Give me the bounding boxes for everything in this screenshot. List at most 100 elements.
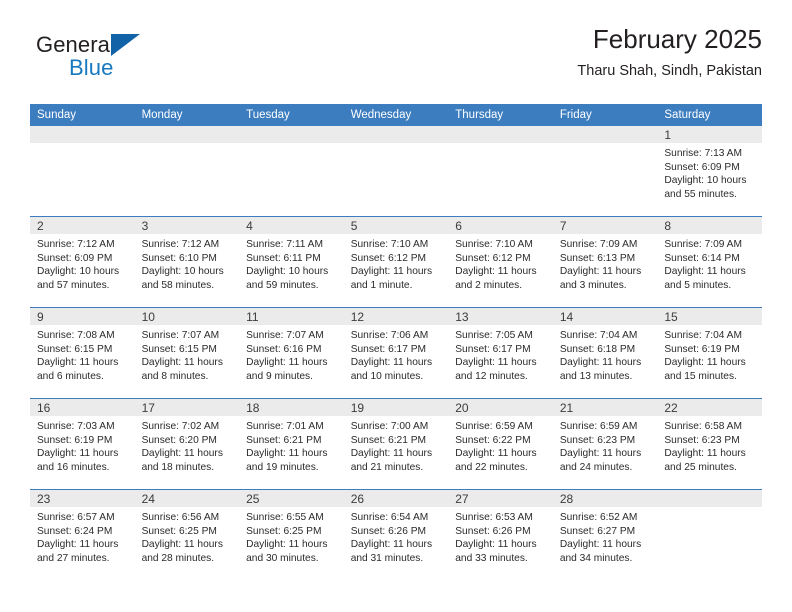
calendar-cell-day-21[interactable]: 21 Sunrise: 6:59 AM Sunset: 6:23 PM Dayligh… <box>552 398 658 490</box>
day-number: 14 <box>559 310 574 324</box>
sunset-text: Sunset: 6:19 PM <box>664 343 740 355</box>
daylight-text-line1: Daylight: 11 hours <box>559 539 642 551</box>
calendar-cell-day-15[interactable]: 15 Sunrise: 7:04 AM Sunset: 6:19 PM Dayligh… <box>657 307 762 399</box>
daylight-text-line1: Daylight: 11 hours <box>455 448 537 460</box>
day-details: Sunrise: 7:04 AM Sunset: 6:18 PM Daylight:… <box>560 329 655 383</box>
calendar-cell-day-13[interactable]: 13 Sunrise: 7:05 AM Sunset: 6:17 PM Dayligh… <box>448 307 553 399</box>
day-cell[interactable]: 3 Sunrise: 7:12 AM Sunset: 6:10 PM Daylight… <box>134 217 240 307</box>
day-details: Sunrise: 6:57 AM Sunset: 6:24 PM Daylight:… <box>37 511 132 565</box>
calendar-cell-day-7[interactable]: 7 Sunrise: 7:09 AM Sunset: 6:13 PM Daylight… <box>552 216 658 308</box>
day-number: 15 <box>664 310 678 324</box>
day-cell[interactable]: 4 Sunrise: 7:11 AM Sunset: 6:11 PM Daylight… <box>239 217 344 307</box>
day-cell[interactable]: 8 Sunrise: 7:09 AM Sunset: 6:14 PM Daylight… <box>657 217 762 307</box>
sunset-text: Sunset: 6:23 PM <box>559 434 636 446</box>
calendar-cell-day-11[interactable]: 11 Sunrise: 7:07 AM Sunset: 6:16 PM Dayligh… <box>239 307 344 399</box>
sunrise-text: Sunrise: 7:05 AM <box>455 330 533 341</box>
calendar-cell-day-5[interactable]: 5 Sunrise: 7:10 AM Sunset: 6:12 PM Daylight… <box>343 216 449 308</box>
day-cell[interactable]: 28 Sunrise: 6:52 AM Sunset: 6:27 PM Dayligh… <box>552 490 658 580</box>
calendar-cell-day-4[interactable]: 4 Sunrise: 7:11 AM Sunset: 6:11 PM Daylight… <box>239 216 344 308</box>
day-details: Sunrise: 6:58 AM Sunset: 6:23 PM Daylight:… <box>664 420 759 474</box>
page-title: February 2025 <box>592 24 762 54</box>
calendar-cell-day-20[interactable]: 20 Sunrise: 6:59 AM Sunset: 6:22 PM Dayligh… <box>448 398 553 490</box>
day-cell[interactable]: 13 Sunrise: 7:05 AM Sunset: 6:17 PM Dayligh… <box>448 308 553 398</box>
daylight-text-line1: Daylight: 11 hours <box>455 357 537 369</box>
sunset-text: Sunset: 6:12 PM <box>455 252 531 264</box>
day-cell[interactable]: 21 Sunrise: 6:59 AM Sunset: 6:23 PM Dayligh… <box>552 399 658 489</box>
calendar-cell-day-17[interactable]: 17 Sunrise: 7:02 AM Sunset: 6:20 PM Dayligh… <box>134 398 240 490</box>
sunset-text: Sunset: 6:14 PM <box>664 252 740 264</box>
calendar-cell-day-16[interactable]: 16 Sunrise: 7:03 AM Sunset: 6:19 PM Dayligh… <box>30 398 135 490</box>
day-cell[interactable]: 7 Sunrise: 7:09 AM Sunset: 6:13 PM Daylight… <box>552 217 658 307</box>
sunrise-text: Sunrise: 7:04 AM <box>664 330 742 341</box>
day-cell[interactable]: 17 Sunrise: 7:02 AM Sunset: 6:20 PM Dayligh… <box>134 399 240 489</box>
calendar-cell-day-14[interactable]: 14 Sunrise: 7:04 AM Sunset: 6:18 PM Dayligh… <box>552 307 658 399</box>
day-band <box>552 126 658 143</box>
day-cell[interactable]: 6 Sunrise: 7:10 AM Sunset: 6:12 PM Daylight… <box>448 217 553 307</box>
calendar-cell-day-9[interactable]: 9 Sunrise: 7:08 AM Sunset: 6:15 PM Daylight… <box>30 307 135 399</box>
calendar-cell-day-25[interactable]: 25 Sunrise: 6:55 AM Sunset: 6:25 PM Dayligh… <box>239 489 344 580</box>
day-cell[interactable]: 2 Sunrise: 7:12 AM Sunset: 6:09 PM Daylight… <box>30 217 135 307</box>
sunset-text: Sunset: 6:09 PM <box>664 161 740 173</box>
calendar-cell-day-24[interactable]: 24 Sunrise: 6:56 AM Sunset: 6:25 PM Dayligh… <box>134 489 240 580</box>
calendar-cell-day-3[interactable]: 3 Sunrise: 7:12 AM Sunset: 6:10 PM Daylight… <box>134 216 240 308</box>
day-cell[interactable]: 15 Sunrise: 7:04 AM Sunset: 6:19 PM Dayligh… <box>657 308 762 398</box>
sunset-text: Sunset: 6:22 PM <box>455 434 531 446</box>
day-cell[interactable]: 9 Sunrise: 7:08 AM Sunset: 6:15 PM Daylight… <box>30 308 135 398</box>
day-cell[interactable]: 5 Sunrise: 7:10 AM Sunset: 6:12 PM Daylight… <box>343 217 449 307</box>
daylight-text-line2: and 6 minutes. <box>37 370 104 382</box>
calendar-cell-day-2[interactable]: 2 Sunrise: 7:12 AM Sunset: 6:09 PM Daylight… <box>30 216 135 308</box>
daylight-text-line2: and 9 minutes. <box>246 370 313 382</box>
calendar-cell-day-22[interactable]: 22 Sunrise: 6:58 AM Sunset: 6:23 PM Dayligh… <box>657 398 762 490</box>
day-cell[interactable]: 18 Sunrise: 7:01 AM Sunset: 6:21 PM Dayligh… <box>239 399 344 489</box>
sunset-text: Sunset: 6:26 PM <box>350 525 427 537</box>
day-cell[interactable]: 25 Sunrise: 6:55 AM Sunset: 6:25 PM Dayligh… <box>239 490 344 580</box>
day-cell[interactable]: 10 Sunrise: 7:07 AM Sunset: 6:15 PM Dayligh… <box>134 308 240 398</box>
day-cell[interactable]: 16 Sunrise: 7:03 AM Sunset: 6:19 PM Dayligh… <box>30 399 135 489</box>
daylight-text-line1: Daylight: 11 hours <box>664 266 746 278</box>
calendar-cell-empty <box>448 126 553 217</box>
daylight-text-line1: Daylight: 11 hours <box>664 357 746 369</box>
day-cell[interactable]: 22 Sunrise: 6:58 AM Sunset: 6:23 PM Dayligh… <box>657 399 762 489</box>
calendar-cell-day-19[interactable]: 19 Sunrise: 7:00 AM Sunset: 6:21 PM Dayligh… <box>343 398 449 490</box>
brand-logo[interactable]: General Blue <box>36 32 216 90</box>
calendar-cell-day-18[interactable]: 18 Sunrise: 7:01 AM Sunset: 6:21 PM Dayligh… <box>239 398 344 490</box>
calendar-cell-day-28[interactable]: 28 Sunrise: 6:52 AM Sunset: 6:27 PM Dayligh… <box>552 489 658 580</box>
calendar-cell-day-26[interactable]: 26 Sunrise: 6:54 AM Sunset: 6:26 PM Dayligh… <box>343 489 449 580</box>
calendar-cell-day-23[interactable]: 23 Sunrise: 6:57 AM Sunset: 6:24 PM Dayligh… <box>30 489 135 580</box>
day-cell[interactable]: 1 Sunrise: 7:13 AM Sunset: 6:09 PM Daylight… <box>657 126 762 216</box>
calendar-cell-day-10[interactable]: 10 Sunrise: 7:07 AM Sunset: 6:15 PM Dayligh… <box>134 307 240 399</box>
calendar-cell-day-8[interactable]: 8 Sunrise: 7:09 AM Sunset: 6:14 PM Daylight… <box>657 216 762 308</box>
daylight-text-line1: Daylight: 10 hours <box>37 266 120 278</box>
day-cell[interactable]: 24 Sunrise: 6:56 AM Sunset: 6:25 PM Dayligh… <box>134 490 240 580</box>
calendar-cell-day-12[interactable]: 12 Sunrise: 7:06 AM Sunset: 6:17 PM Dayligh… <box>343 307 449 399</box>
day-cell[interactable]: 11 Sunrise: 7:07 AM Sunset: 6:16 PM Dayligh… <box>239 308 344 398</box>
daylight-text-line2: and 28 minutes. <box>141 552 215 564</box>
daylight-text-line1: Daylight: 11 hours <box>350 539 433 551</box>
day-cell[interactable]: 26 Sunrise: 6:54 AM Sunset: 6:26 PM Dayligh… <box>343 490 449 580</box>
day-cell[interactable]: 14 Sunrise: 7:04 AM Sunset: 6:18 PM Dayligh… <box>552 308 658 398</box>
sunrise-text: Sunrise: 7:13 AM <box>664 148 742 159</box>
day-cell[interactable]: 12 Sunrise: 7:06 AM Sunset: 6:17 PM Dayligh… <box>343 308 449 398</box>
daylight-text-line2: and 22 minutes. <box>455 461 528 473</box>
day-number: 16 <box>37 401 51 415</box>
sunrise-text: Sunrise: 6:56 AM <box>141 512 220 523</box>
calendar-cell-day-1[interactable]: 1 Sunrise: 7:13 AM Sunset: 6:09 PM Daylight… <box>657 126 762 217</box>
day-cell[interactable]: 20 Sunrise: 6:59 AM Sunset: 6:22 PM Dayligh… <box>448 399 553 489</box>
day-cell[interactable]: 27 Sunrise: 6:53 AM Sunset: 6:26 PM Dayligh… <box>448 490 553 580</box>
daylight-text-line1: Daylight: 11 hours <box>559 448 642 460</box>
calendar-cell-day-6[interactable]: 6 Sunrise: 7:10 AM Sunset: 6:12 PM Daylight… <box>448 216 553 308</box>
day-number: 18 <box>246 401 260 415</box>
daylight-text-line2: and 5 minutes. <box>664 279 732 291</box>
daylight-text-line2: and 25 minutes. <box>664 461 737 473</box>
sunset-text: Sunset: 6:18 PM <box>559 343 636 355</box>
daylight-text-line1: Daylight: 11 hours <box>350 448 433 460</box>
calendar-cell-empty <box>552 126 658 217</box>
day-number: 22 <box>664 401 678 415</box>
daylight-text-line2: and 21 minutes. <box>350 461 424 473</box>
daylight-text-line2: and 57 minutes. <box>37 279 110 291</box>
calendar-cell-day-27[interactable]: 27 Sunrise: 6:53 AM Sunset: 6:26 PM Dayligh… <box>448 489 553 580</box>
sunrise-text: Sunrise: 7:01 AM <box>246 421 324 432</box>
day-band <box>448 126 553 143</box>
day-cell[interactable]: 19 Sunrise: 7:00 AM Sunset: 6:21 PM Dayligh… <box>343 399 449 489</box>
day-cell[interactable]: 23 Sunrise: 6:57 AM Sunset: 6:24 PM Dayligh… <box>30 490 135 580</box>
